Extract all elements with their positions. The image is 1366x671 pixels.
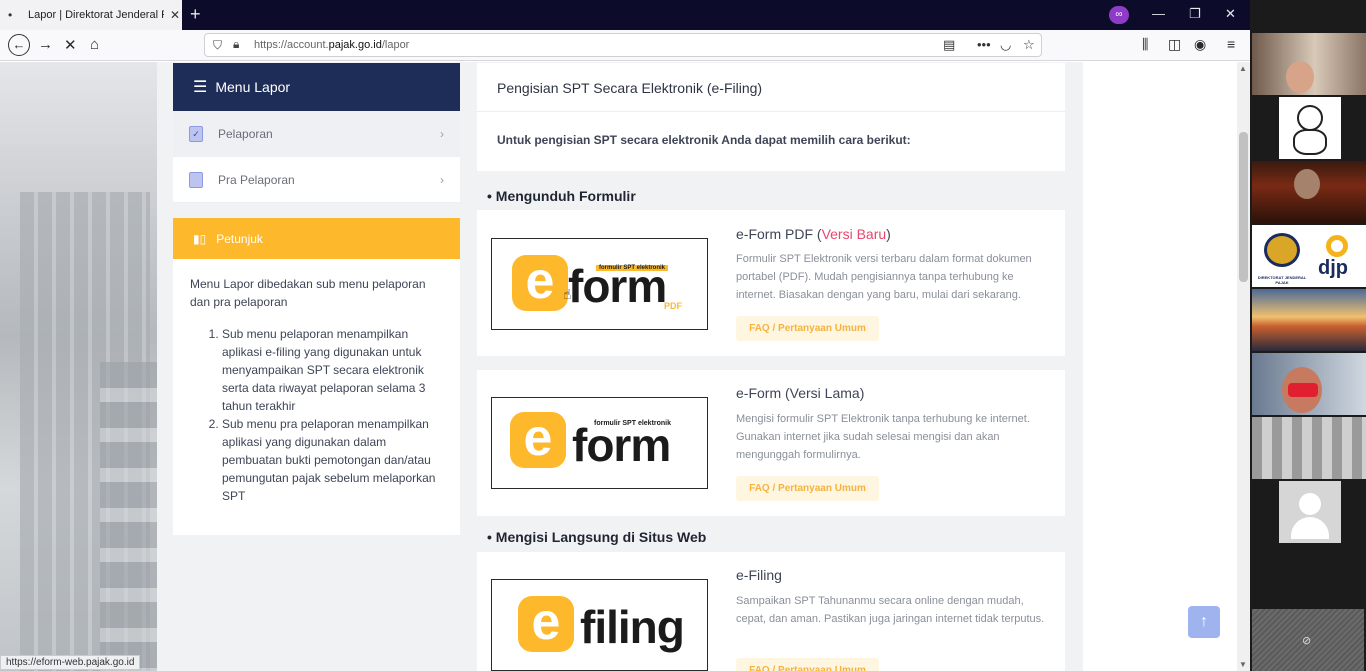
avatar bbox=[1279, 481, 1341, 543]
avatar bbox=[1279, 97, 1341, 159]
video-thumbnail[interactable] bbox=[1252, 481, 1366, 543]
bookmark-star-icon[interactable]: ☆ bbox=[1023, 37, 1035, 53]
eform-pdf-card: e form formulir SPT elektronik PDF e-For… bbox=[477, 210, 1065, 356]
sidebar-item-pelaporan[interactable]: ✓ Pelaporan › bbox=[173, 111, 460, 157]
mouse-cursor-icon: ☝ bbox=[563, 286, 572, 302]
header-description: Untuk pengisian SPT secara elektronik An… bbox=[497, 133, 911, 147]
stop-loading-icon[interactable]: ✕ bbox=[64, 36, 77, 54]
vertical-scrollbar[interactable]: ▲ ▼ bbox=[1237, 62, 1250, 671]
petunjuk-title: Petunjuk bbox=[216, 231, 263, 246]
lock-icon[interactable]: 🔒︎ bbox=[233, 37, 239, 52]
building-image-2 bbox=[100, 362, 157, 671]
video-call-panel: DIREKTORAT JENDERAL PAJAK djp bbox=[1250, 0, 1366, 671]
video-thumbnail[interactable] bbox=[1252, 353, 1366, 415]
video-thumbnail[interactable] bbox=[1252, 161, 1366, 223]
tab-bar: • Lapor | Direktorat Jenderal Pajak ✕ + … bbox=[0, 0, 1250, 30]
video-thumbnail[interactable] bbox=[1252, 417, 1366, 479]
self-camera-view[interactable]: ⊘ bbox=[1252, 609, 1364, 671]
home-icon[interactable]: ⌂ bbox=[90, 36, 99, 53]
list-item: Sub menu pra pelaporan menampilkan aplik… bbox=[222, 415, 443, 505]
scroll-down-arrow-icon[interactable]: ▼ bbox=[1239, 660, 1247, 669]
reader-view-icon[interactable]: ▤ bbox=[943, 37, 955, 53]
list-item: Sub menu pelaporan menampilkan aplikasi … bbox=[222, 325, 443, 415]
eform-lama-logo[interactable]: e form formulir SPT elektronik bbox=[491, 397, 708, 489]
eform-pdf-logo[interactable]: e form formulir SPT elektronik PDF bbox=[491, 238, 708, 330]
nav-bar: ← → ✕ ⌂ ⛉ 🔒︎ https://account.pajak.go.id… bbox=[0, 30, 1250, 61]
clipboard-check-icon: ✓ bbox=[189, 125, 203, 142]
clipboard-icon bbox=[189, 171, 203, 188]
url-bar[interactable]: ⛉ 🔒︎ https://account.pajak.go.id/lapor ▤… bbox=[204, 33, 1042, 57]
close-window-icon[interactable]: ✕ bbox=[1225, 6, 1236, 22]
section-mengisi-langsung: • Mengisi Langsung di Situs Web bbox=[487, 529, 707, 545]
restore-icon[interactable]: ❐ bbox=[1189, 6, 1201, 22]
scroll-to-top-button[interactable]: ↑ bbox=[1188, 606, 1220, 638]
djp-emblem: DIREKTORAT JENDERAL PAJAK bbox=[1254, 227, 1310, 285]
eform-pdf-description: Formulir SPT Elektronik versi terbaru da… bbox=[736, 253, 1032, 301]
sidebar-item-label: Pra Pelaporan bbox=[218, 172, 295, 187]
back-icon[interactable]: ← bbox=[8, 34, 30, 56]
right-margin bbox=[1083, 62, 1237, 671]
eform-lama-card: e form formulir SPT elektronik e-Form (V… bbox=[477, 370, 1065, 516]
djp-logo: djp bbox=[1310, 227, 1366, 285]
loading-dot-icon: • bbox=[8, 8, 13, 22]
chevron-right-icon: › bbox=[440, 172, 444, 187]
efiling-header-card: Pengisian SPT Secara Elektronik (e-Filin… bbox=[477, 63, 1065, 171]
menu-icon[interactable]: ≡ bbox=[1227, 36, 1235, 52]
scrollbar-thumb[interactable] bbox=[1239, 132, 1248, 282]
book-icon: ▮▯ bbox=[193, 231, 207, 246]
sidebar-item-label: Pelaporan bbox=[218, 126, 273, 141]
account-icon[interactable]: ◉ bbox=[1194, 36, 1206, 53]
petunjuk-body: Menu Lapor dibedakan sub menu pelaporan … bbox=[173, 259, 460, 535]
library-icon[interactable]: ⫼ bbox=[1142, 36, 1148, 53]
eform-lama-title[interactable]: e-Form (Versi Lama) bbox=[736, 385, 864, 401]
private-mask-icon: ∞ bbox=[1109, 6, 1129, 24]
minimize-icon[interactable]: — bbox=[1152, 6, 1165, 21]
status-bar-url: https://eform-web.pajak.go.id bbox=[0, 655, 141, 670]
hamburger-icon: ☰ bbox=[193, 79, 208, 96]
chevron-right-icon: › bbox=[440, 126, 444, 141]
close-tab-icon[interactable]: ✕ bbox=[170, 8, 180, 22]
efiling-logo[interactable]: e filing bbox=[491, 579, 708, 671]
video-thumbnail[interactable] bbox=[1252, 33, 1366, 95]
browser-window: • Lapor | Direktorat Jenderal Pajak ✕ + … bbox=[0, 0, 1250, 671]
efiling-title[interactable]: e-Filing bbox=[736, 567, 782, 583]
background-photo bbox=[0, 62, 157, 671]
petunjuk-list: Sub menu pelaporan menampilkan aplikasi … bbox=[222, 325, 443, 505]
video-thumbnail-djp[interactable]: DIREKTORAT JENDERAL PAJAK djp bbox=[1252, 225, 1366, 287]
video-thumbnail[interactable] bbox=[1252, 289, 1366, 351]
efiling-description: Sampaikan SPT Tahunanmu secara online de… bbox=[736, 595, 1045, 625]
sidebar-item-pra-pelaporan[interactable]: Pra Pelaporan › bbox=[173, 157, 460, 203]
pocket-icon[interactable]: ◡ bbox=[1000, 37, 1011, 53]
petunjuk-intro: Menu Lapor dibedakan sub menu pelaporan … bbox=[190, 277, 426, 309]
faq-button[interactable]: FAQ / Pertanyaan Umum bbox=[736, 658, 879, 671]
video-thumbnail[interactable] bbox=[1252, 97, 1366, 159]
more-actions-icon[interactable]: ••• bbox=[977, 37, 991, 52]
page-title: Pengisian SPT Secara Elektronik (e-Filin… bbox=[497, 80, 763, 96]
menu-title: Menu Lapor bbox=[215, 79, 291, 95]
url-text[interactable]: https://account.pajak.go.id/lapor bbox=[254, 39, 409, 51]
efiling-card: e filing e-Filing Sampaikan SPT Tahunanm… bbox=[477, 552, 1065, 671]
sidebar-toggle-icon[interactable]: ◫ bbox=[1168, 36, 1181, 53]
menu-lapor-header: ☰ Menu Lapor bbox=[173, 63, 460, 111]
forward-icon[interactable]: → bbox=[38, 36, 53, 53]
screen: • Lapor | Direktorat Jenderal Pajak ✕ + … bbox=[0, 0, 1366, 671]
camera-off-icon: ⊘ bbox=[1302, 635, 1312, 647]
tab-lapor[interactable]: • Lapor | Direktorat Jenderal Pajak ✕ bbox=[0, 0, 182, 30]
section-mengunduh-formulir: • Mengunduh Formulir bbox=[487, 188, 636, 204]
faq-button[interactable]: FAQ / Pertanyaan Umum bbox=[736, 476, 879, 501]
web-page: ☰ Menu Lapor ✓ Pelaporan › Pra Pelaporan… bbox=[0, 62, 1237, 671]
scroll-up-arrow-icon[interactable]: ▲ bbox=[1239, 64, 1247, 73]
petunjuk-header: ▮▯ Petunjuk bbox=[173, 218, 460, 259]
eform-lama-description: Mengisi formulir SPT Elektronik tanpa te… bbox=[736, 413, 1030, 461]
eform-pdf-title[interactable]: e-Form PDF (Versi Baru) bbox=[736, 226, 891, 242]
tab-title: Lapor | Direktorat Jenderal Pajak bbox=[28, 9, 164, 21]
faq-button[interactable]: FAQ / Pertanyaan Umum bbox=[736, 316, 879, 341]
shield-icon[interactable]: ⛉ bbox=[213, 38, 222, 53]
new-tab-icon[interactable]: + bbox=[190, 4, 201, 24]
